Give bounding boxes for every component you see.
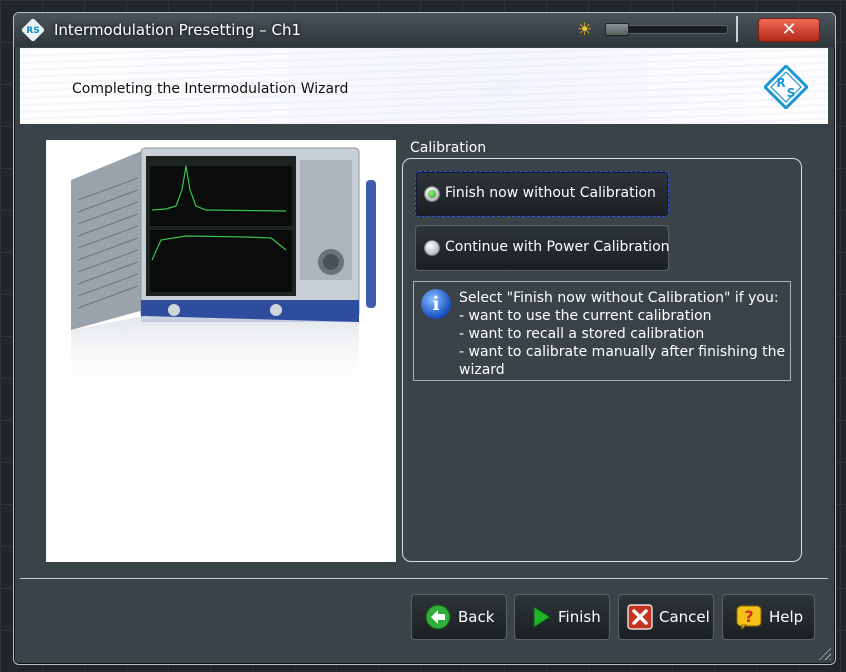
help-question-icon: ? [736, 605, 762, 630]
network-analyzer-picture [71, 147, 376, 400]
radio-label: Continue with Power Calibration [445, 239, 670, 255]
title-separator [736, 16, 738, 42]
sun-icon: ☀ [577, 20, 593, 40]
device-image [46, 140, 396, 562]
help-label: Help [769, 608, 804, 626]
footer-divider [20, 578, 828, 579]
info-line: wizard [459, 362, 505, 378]
svg-text:R: R [776, 76, 785, 90]
radio-label: Finish now without Calibration [445, 185, 656, 201]
info-line: Select "Finish now without Calibration" … [459, 290, 779, 306]
resize-grip[interactable] [817, 646, 831, 660]
cancel-button[interactable]: Cancel [618, 594, 714, 640]
info-icon: i [421, 289, 451, 319]
calibration-info-box: i Select "Finish now without Calibration… [413, 281, 791, 381]
svg-text:?: ? [744, 607, 753, 626]
finish-button[interactable]: Finish [514, 594, 610, 640]
brightness-slider-thumb[interactable] [605, 23, 629, 36]
rs-app-icon-letters: RS [26, 26, 40, 36]
finish-label: Finish [558, 608, 601, 626]
svg-text:S: S [787, 86, 796, 100]
wizard-dialog: RS Intermodulation Presetting – Ch1 ☀ ✕ … [13, 12, 836, 665]
info-text: Select "Finish now without Calibration" … [459, 289, 785, 379]
title-bar[interactable]: RS Intermodulation Presetting – Ch1 ☀ ✕ [14, 13, 835, 47]
window-title: Intermodulation Presetting – Ch1 [54, 21, 302, 39]
help-button[interactable]: ? Help [722, 594, 815, 640]
radio-selected-icon [424, 186, 440, 202]
calibration-group-label: Calibration [410, 140, 487, 156]
rohde-schwarz-logo-icon: R S [764, 65, 808, 109]
info-line: - want to use the current calibration [459, 308, 712, 324]
info-line: - want to recall a stored calibration [459, 326, 705, 342]
info-line: - want to calibrate manually after finis… [459, 344, 786, 360]
close-button[interactable]: ✕ [758, 18, 820, 42]
cancel-x-icon [627, 604, 653, 630]
radio-unselected-icon [424, 240, 440, 256]
cancel-label: Cancel [659, 608, 710, 626]
continue-power-calibration-radio[interactable]: Continue with Power Calibration [415, 225, 670, 271]
back-label: Back [458, 608, 495, 626]
finish-play-icon [533, 606, 551, 628]
back-button[interactable]: Back [411, 594, 507, 640]
back-arrow-icon [425, 604, 451, 630]
finish-without-calibration-radio[interactable]: Finish now without Calibration [415, 171, 669, 217]
page-title: Completing the Intermodulation Wizard [72, 81, 349, 97]
brightness-slider[interactable] [605, 23, 728, 36]
wizard-header: Completing the Intermodulation Wizard R … [20, 48, 828, 124]
